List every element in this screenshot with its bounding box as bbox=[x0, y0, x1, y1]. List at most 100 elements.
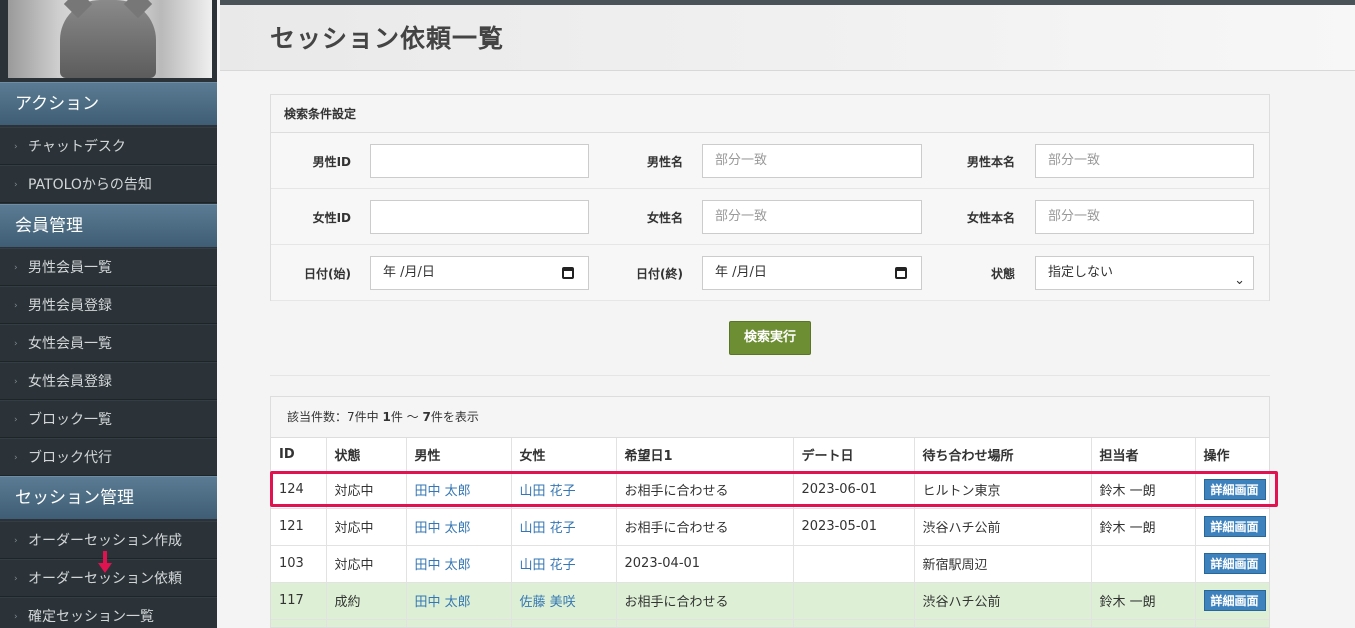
cell-female: 佐藤 美咲 bbox=[511, 582, 617, 620]
male-real-name-input[interactable]: 部分一致 bbox=[1035, 144, 1254, 178]
divider bbox=[270, 375, 1270, 376]
sidebar-item-label: ブロック代行 bbox=[28, 450, 112, 466]
cell-male: 田中 太郎 bbox=[406, 582, 512, 620]
bullet-icon: › bbox=[14, 180, 18, 190]
male-name-label: 男性名 bbox=[646, 155, 683, 169]
bullet-icon: › bbox=[14, 453, 18, 463]
sidebar-section-members: 会員管理 bbox=[0, 204, 217, 247]
female-link[interactable]: 山田 花子 bbox=[520, 558, 576, 573]
bullet-icon: › bbox=[14, 263, 18, 273]
column-header-status[interactable]: 状態 bbox=[326, 438, 407, 472]
result-count-mid: 件 ～ bbox=[390, 410, 419, 424]
cell-staff: 鈴木 一朗 bbox=[1091, 508, 1196, 546]
cell-female: 山田 花子 bbox=[511, 545, 617, 583]
cell-action: 詳細画面 bbox=[1195, 508, 1269, 546]
date-end-label: 日付(終) bbox=[636, 267, 683, 281]
column-header-wish-date[interactable]: 希望日1 bbox=[616, 438, 794, 472]
detail-button[interactable]: 詳細画面 bbox=[1203, 590, 1266, 611]
female-id-input[interactable] bbox=[370, 200, 589, 234]
female-link[interactable]: 佐藤 美咲 bbox=[520, 595, 576, 610]
bullet-icon: › bbox=[14, 612, 18, 622]
cell-action: 詳細画面 bbox=[1195, 582, 1269, 620]
table-row: 121 対応中 田中 太郎 山田 花子 お相手に合わせる 2023-05-01 … bbox=[271, 508, 1269, 546]
date-end-input[interactable]: 年 /月/日 bbox=[702, 256, 922, 290]
column-header-place[interactable]: 待ち合わせ場所 bbox=[914, 438, 1092, 472]
date-start-label: 日付(始) bbox=[304, 267, 351, 281]
search-row-date: 日付(始) 年 /月/日 日付(終) 年 /月/日 状態 指定しない ⌄ bbox=[271, 245, 1269, 301]
bullet-icon: › bbox=[14, 301, 18, 311]
result-count-prefix: 該当件数：7件中 bbox=[287, 410, 379, 424]
sidebar-item-male-list[interactable]: › 男性会員一覧 bbox=[0, 248, 217, 286]
sidebar-item-label: オーダーセッション作成 bbox=[28, 533, 182, 549]
result-count-from: 1 bbox=[382, 410, 391, 424]
sidebar-item-male-register[interactable]: › 男性会員登録 bbox=[0, 286, 217, 324]
sidebar-item-label: ブロック一覧 bbox=[28, 412, 112, 428]
result-count: 該当件数：7件中 1件 ～ 7件を表示 bbox=[271, 397, 1269, 438]
column-header-date[interactable]: デート日 bbox=[793, 438, 915, 472]
female-real-name-label: 女性本名 bbox=[966, 211, 1015, 225]
search-row-male: 男性ID 男性名 部分一致 男性本名 部分一致 bbox=[271, 133, 1269, 189]
cell-id: 121 bbox=[271, 508, 327, 546]
cell-id: 103 bbox=[271, 545, 327, 583]
calendar-icon[interactable] bbox=[895, 267, 907, 279]
sidebar-item-block-proxy[interactable]: › ブロック代行 bbox=[0, 438, 217, 476]
sidebar-section-action: アクション bbox=[0, 82, 217, 125]
female-name-label: 女性名 bbox=[646, 211, 683, 225]
arrow-down-icon bbox=[98, 551, 112, 575]
date-end-value: 年 /月/日 bbox=[715, 265, 767, 280]
cell-female: 山田 花子 bbox=[511, 508, 617, 546]
search-panel: 検索条件設定 男性ID 男性名 部分一致 男性本名 部分一致 女性ID 女性名 … bbox=[270, 94, 1270, 301]
status-select-value: 指定しない bbox=[1048, 265, 1114, 280]
table-row: 117 成約 田中 太郎 佐藤 美咲 お相手に合わせる 渋谷ハチ公前 鈴木 一朗… bbox=[271, 582, 1269, 620]
column-header-female[interactable]: 女性 bbox=[511, 438, 617, 472]
sidebar-item-female-list[interactable]: › 女性会員一覧 bbox=[0, 324, 217, 362]
male-real-name-label: 男性本名 bbox=[966, 155, 1015, 169]
bullet-icon: › bbox=[14, 377, 18, 387]
cell-date: 2023-05-01 bbox=[793, 508, 915, 546]
detail-button[interactable]: 詳細画面 bbox=[1203, 516, 1266, 537]
female-link[interactable]: 山田 花子 bbox=[520, 521, 576, 536]
table-row: 103 対応中 田中 太郎 山田 花子 2023-04-01 新宿駅周辺 詳細画… bbox=[271, 545, 1269, 583]
cell-status: 対応中 bbox=[326, 545, 407, 583]
column-header-male[interactable]: 男性 bbox=[406, 438, 512, 472]
cell-staff bbox=[1091, 545, 1196, 583]
male-id-input[interactable] bbox=[370, 144, 589, 178]
sidebar-section-session: セッション管理 bbox=[0, 476, 217, 519]
column-header-staff[interactable]: 担当者 bbox=[1091, 438, 1196, 472]
female-name-input[interactable]: 部分一致 bbox=[702, 200, 922, 234]
cell-date bbox=[793, 545, 915, 583]
sidebar-item-block-list[interactable]: › ブロック一覧 bbox=[0, 400, 217, 438]
cell-male: 田中 太郎 bbox=[406, 545, 512, 583]
status-select[interactable]: 指定しない ⌄ bbox=[1035, 256, 1254, 290]
male-name-input[interactable]: 部分一致 bbox=[702, 144, 922, 178]
male-link[interactable]: 田中 太郎 bbox=[415, 521, 471, 536]
calendar-icon[interactable] bbox=[562, 267, 574, 279]
cell-male: 田中 太郎 bbox=[406, 508, 512, 546]
female-real-name-input[interactable]: 部分一致 bbox=[1035, 200, 1254, 234]
bullet-icon: › bbox=[14, 339, 18, 349]
male-link[interactable]: 田中 太郎 bbox=[415, 595, 471, 610]
avatar bbox=[8, 0, 212, 78]
result-count-suffix: 件を表示 bbox=[430, 410, 479, 424]
male-id-label: 男性ID bbox=[312, 155, 351, 169]
sidebar-item-confirmed-list[interactable]: › 確定セッション一覧 bbox=[0, 597, 217, 628]
sidebar-item-female-register[interactable]: › 女性会員登録 bbox=[0, 362, 217, 400]
cell-action: 詳細画面 bbox=[1195, 545, 1269, 583]
cell-id: 117 bbox=[271, 582, 327, 620]
sidebar-item-chat-desk[interactable]: › チャットデスク bbox=[0, 127, 217, 165]
column-header-id[interactable]: ID bbox=[271, 438, 327, 472]
bullet-icon: › bbox=[14, 415, 18, 425]
sidebar-item-notice[interactable]: › PATOLOからの告知 bbox=[0, 165, 217, 203]
cell-staff: 鈴木 一朗 bbox=[1091, 582, 1196, 620]
status-label: 状態 bbox=[990, 267, 1015, 281]
search-row-female: 女性ID 女性名 部分一致 女性本名 部分一致 bbox=[271, 189, 1269, 245]
sidebar-item-label: PATOLOからの告知 bbox=[28, 177, 152, 193]
sidebar-item-label: 女性会員登録 bbox=[28, 374, 112, 390]
results-panel: 該当件数：7件中 1件 ～ 7件を表示 ID 状態 男性 女性 希望日1 デート… bbox=[270, 396, 1270, 628]
detail-button[interactable]: 詳細画面 bbox=[1203, 553, 1266, 574]
date-start-input[interactable]: 年 /月/日 bbox=[370, 256, 589, 290]
male-link[interactable]: 田中 太郎 bbox=[415, 558, 471, 573]
date-start-value: 年 /月/日 bbox=[383, 265, 435, 280]
sidebar-item-label: 男性会員一覧 bbox=[28, 260, 112, 276]
search-submit-button[interactable]: 検索実行 bbox=[729, 321, 811, 355]
